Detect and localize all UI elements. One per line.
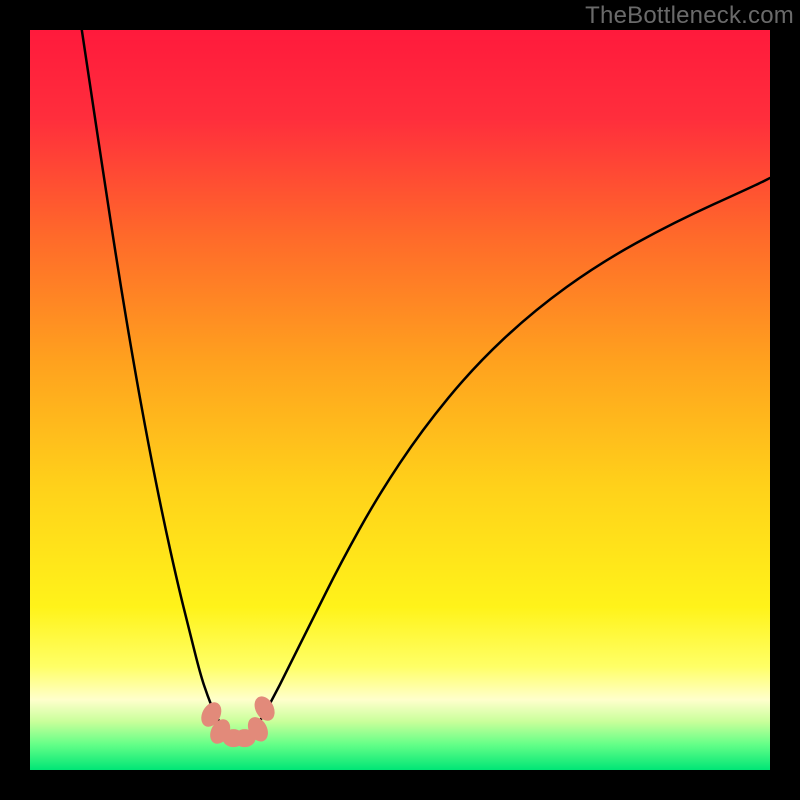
bottleneck-chart <box>30 30 770 770</box>
watermark-text: TheBottleneck.com <box>585 2 794 30</box>
chart-frame: TheBottleneck.com <box>0 0 800 800</box>
